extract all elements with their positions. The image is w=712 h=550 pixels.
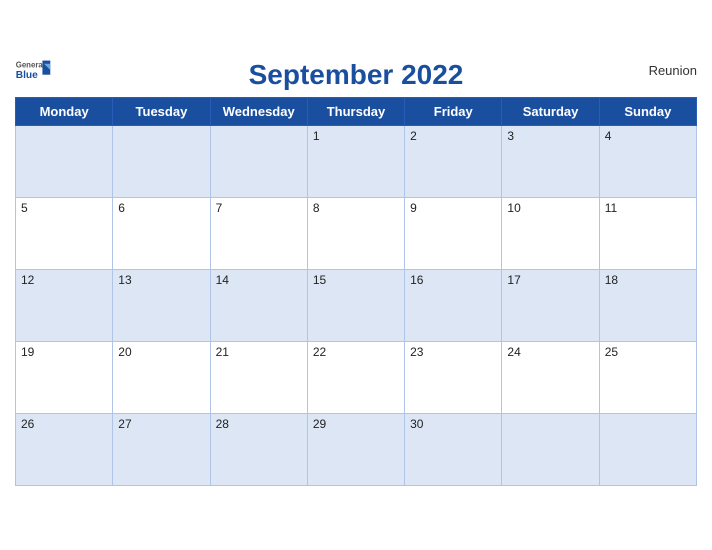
day-number: 9 bbox=[410, 201, 417, 215]
header-monday: Monday bbox=[16, 98, 113, 126]
calendar-cell: 11 bbox=[599, 198, 696, 270]
calendar-cell bbox=[16, 126, 113, 198]
calendar-cell: 1 bbox=[307, 126, 404, 198]
calendar-cell: 25 bbox=[599, 342, 696, 414]
calendar-thead: Monday Tuesday Wednesday Thursday Friday… bbox=[16, 98, 697, 126]
day-number: 5 bbox=[21, 201, 28, 215]
calendar-cell: 22 bbox=[307, 342, 404, 414]
calendar-cell: 28 bbox=[210, 414, 307, 486]
calendar-week-row: 12 13 14 15 16 17 18 bbox=[16, 270, 697, 342]
calendar-cell: 29 bbox=[307, 414, 404, 486]
day-number: 11 bbox=[605, 201, 617, 215]
day-number: 25 bbox=[605, 345, 618, 359]
calendar-cell: 9 bbox=[405, 198, 502, 270]
day-number: 22 bbox=[313, 345, 326, 359]
calendar-week-row: 1 2 3 4 bbox=[16, 126, 697, 198]
calendar-cell: 14 bbox=[210, 270, 307, 342]
svg-text:Blue: Blue bbox=[16, 70, 38, 81]
day-number: 27 bbox=[118, 417, 131, 431]
calendar-cell: 16 bbox=[405, 270, 502, 342]
calendar-cell: 15 bbox=[307, 270, 404, 342]
logo: General Blue bbox=[15, 59, 51, 81]
calendar-cell: 23 bbox=[405, 342, 502, 414]
day-number: 26 bbox=[21, 417, 34, 431]
header-sunday: Sunday bbox=[599, 98, 696, 126]
calendar-cell: 13 bbox=[113, 270, 210, 342]
region-label: Reunion bbox=[649, 63, 697, 78]
calendar-cell: 7 bbox=[210, 198, 307, 270]
header-friday: Friday bbox=[405, 98, 502, 126]
calendar-cell: 6 bbox=[113, 198, 210, 270]
calendar-week-row: 5 6 7 8 9 10 11 bbox=[16, 198, 697, 270]
calendar-cell: 3 bbox=[502, 126, 599, 198]
day-number: 28 bbox=[216, 417, 229, 431]
calendar-cell: 2 bbox=[405, 126, 502, 198]
day-number: 12 bbox=[21, 273, 34, 287]
calendar-week-row: 19 20 21 22 23 24 25 bbox=[16, 342, 697, 414]
day-number: 13 bbox=[118, 273, 131, 287]
calendar-title: September 2022 bbox=[249, 59, 464, 91]
calendar-cell: 10 bbox=[502, 198, 599, 270]
header-thursday: Thursday bbox=[307, 98, 404, 126]
day-number: 1 bbox=[313, 129, 320, 143]
calendar-cell bbox=[210, 126, 307, 198]
day-number: 4 bbox=[605, 129, 612, 143]
day-number: 19 bbox=[21, 345, 34, 359]
calendar-header: General Blue September 2022 Reunion bbox=[15, 59, 697, 91]
day-number: 3 bbox=[507, 129, 514, 143]
day-number: 8 bbox=[313, 201, 320, 215]
calendar-cell: 12 bbox=[16, 270, 113, 342]
header-tuesday: Tuesday bbox=[113, 98, 210, 126]
day-number: 16 bbox=[410, 273, 423, 287]
calendar-cell: 20 bbox=[113, 342, 210, 414]
calendar-cell: 21 bbox=[210, 342, 307, 414]
calendar-wrapper: General Blue September 2022 Reunion Mond… bbox=[0, 49, 712, 501]
calendar-cell: 19 bbox=[16, 342, 113, 414]
calendar-body: 1234567891011121314151617181920212223242… bbox=[16, 126, 697, 486]
day-number: 24 bbox=[507, 345, 520, 359]
header-saturday: Saturday bbox=[502, 98, 599, 126]
day-number: 30 bbox=[410, 417, 423, 431]
day-number: 15 bbox=[313, 273, 326, 287]
day-number: 2 bbox=[410, 129, 417, 143]
calendar-cell: 24 bbox=[502, 342, 599, 414]
header-wednesday: Wednesday bbox=[210, 98, 307, 126]
day-number: 7 bbox=[216, 201, 223, 215]
weekday-header-row: Monday Tuesday Wednesday Thursday Friday… bbox=[16, 98, 697, 126]
calendar-cell: 4 bbox=[599, 126, 696, 198]
calendar-cell bbox=[113, 126, 210, 198]
day-number: 14 bbox=[216, 273, 229, 287]
calendar-cell bbox=[502, 414, 599, 486]
calendar-cell: 8 bbox=[307, 198, 404, 270]
day-number: 6 bbox=[118, 201, 125, 215]
day-number: 20 bbox=[118, 345, 131, 359]
svg-text:General: General bbox=[16, 61, 45, 70]
calendar-cell: 27 bbox=[113, 414, 210, 486]
calendar-cell: 30 bbox=[405, 414, 502, 486]
day-number: 10 bbox=[507, 201, 520, 215]
calendar-cell: 26 bbox=[16, 414, 113, 486]
calendar-cell: 18 bbox=[599, 270, 696, 342]
day-number: 21 bbox=[216, 345, 229, 359]
calendar-cell bbox=[599, 414, 696, 486]
day-number: 23 bbox=[410, 345, 423, 359]
day-number: 17 bbox=[507, 273, 520, 287]
day-number: 18 bbox=[605, 273, 618, 287]
day-number: 29 bbox=[313, 417, 326, 431]
logo-icon: General Blue bbox=[15, 59, 51, 81]
calendar-week-row: 26 27 28 29 30 bbox=[16, 414, 697, 486]
calendar-cell: 5 bbox=[16, 198, 113, 270]
calendar-table: Monday Tuesday Wednesday Thursday Friday… bbox=[15, 97, 697, 486]
calendar-cell: 17 bbox=[502, 270, 599, 342]
